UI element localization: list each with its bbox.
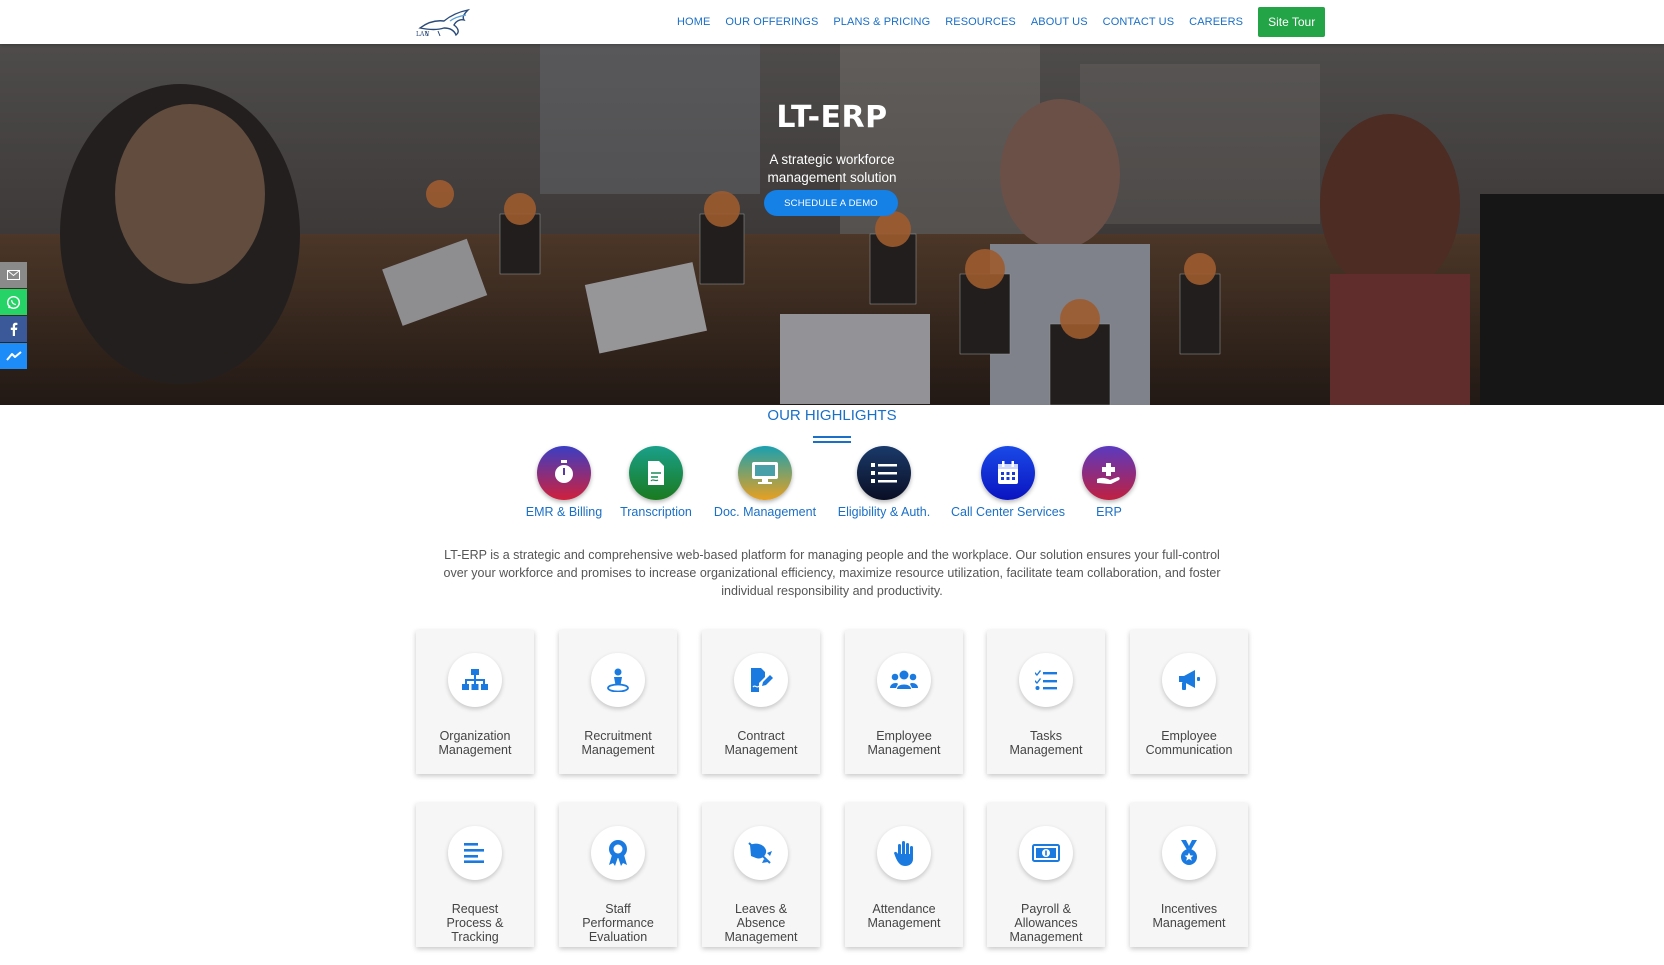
- nav-careers[interactable]: CAREERS: [1189, 16, 1243, 28]
- feature-card-tasks[interactable]: Tasks Management: [987, 630, 1105, 774]
- whatsapp-icon[interactable]: [0, 289, 27, 315]
- highlights-title: OUR HIGHLIGHTS: [767, 407, 897, 424]
- feature-label: Contract Management: [724, 729, 798, 757]
- facebook-icon[interactable]: [0, 316, 27, 342]
- feature-card-communication[interactable]: Employee Communication: [1130, 630, 1248, 774]
- feature-label: Staff Performance Evaluation: [582, 902, 654, 944]
- feature-label: Tasks Management: [1009, 729, 1083, 757]
- feature-label: Employee Management: [867, 729, 941, 757]
- highlight-call-center[interactable]: Call Center Services: [945, 446, 1071, 519]
- schedule-demo-button[interactable]: SCHEDULE A DEMO: [764, 190, 898, 216]
- hero-title: LT-ERP: [776, 100, 888, 135]
- highlight-eligibility-auth[interactable]: Eligibility & Auth.: [835, 446, 933, 519]
- nav-contact-us[interactable]: CONTACT US: [1103, 16, 1175, 28]
- site-header: LAU HOME OUR OFFERINGS PLANS & PRICING R…: [0, 0, 1664, 44]
- medal-icon: [1162, 826, 1216, 880]
- feature-label: Employee Communication: [1145, 729, 1233, 757]
- feature-label: Leaves & Absence Management: [724, 902, 798, 944]
- feature-card-request[interactable]: Request Process & Tracking: [416, 803, 534, 947]
- feature-card-organization[interactable]: Organization Management: [416, 630, 534, 774]
- award-ribbon-icon: [591, 826, 645, 880]
- feature-card-attendance[interactable]: Attendance Management: [845, 803, 963, 947]
- highlight-doc-management[interactable]: Doc. Management: [707, 446, 823, 519]
- feature-label: Recruitment Management: [581, 729, 655, 757]
- nav-plans-pricing[interactable]: PLANS & PRICING: [833, 16, 930, 28]
- feature-card-performance[interactable]: Staff Performance Evaluation: [559, 803, 677, 947]
- feature-card-contract[interactable]: Contract Management: [702, 630, 820, 774]
- highlight-erp[interactable]: ERP: [1082, 446, 1136, 519]
- document-icon: [629, 446, 683, 500]
- description-text: LT-ERP is a strategic and comprehensive …: [443, 548, 1221, 598]
- feature-label: Attendance Management: [867, 902, 941, 930]
- feature-label: Payroll & Allowances Management: [1009, 902, 1083, 944]
- person-pin-icon: [591, 653, 645, 707]
- feature-card-incentives[interactable]: Incentives Management: [1130, 803, 1248, 947]
- feature-card-employee[interactable]: Employee Management: [845, 630, 963, 774]
- messenger-icon[interactable]: [0, 343, 27, 369]
- feature-card-recruitment[interactable]: Recruitment Management: [559, 630, 677, 774]
- nav-home[interactable]: HOME: [677, 16, 710, 28]
- hand-plus-icon: [1082, 446, 1136, 500]
- feature-label: Organization Management: [438, 729, 512, 757]
- title-underline: [813, 436, 851, 438]
- feature-card-leaves[interactable]: Leaves & Absence Management: [702, 803, 820, 947]
- horse-logo-icon[interactable]: LAU: [414, 6, 476, 38]
- hero-subtitle: A strategic workforce management solutio…: [767, 152, 897, 185]
- megaphone-icon: [1162, 653, 1216, 707]
- title-underline: [813, 441, 851, 443]
- users-icon: [877, 653, 931, 707]
- hand-icon: [877, 826, 931, 880]
- feature-label: Incentives Management: [1152, 902, 1226, 930]
- highlight-transcription[interactable]: Transcription: [612, 446, 700, 519]
- monitor-icon: [738, 446, 792, 500]
- hero-banner: LT-ERP A strategic workforce management …: [0, 44, 1664, 405]
- svg-text:LAU: LAU: [416, 31, 429, 38]
- email-icon[interactable]: [0, 262, 27, 288]
- nav-our-offerings[interactable]: OUR OFFERINGS: [725, 16, 818, 28]
- stopwatch-icon: [537, 446, 591, 500]
- highlight-emr-billing[interactable]: EMR & Billing: [523, 446, 605, 519]
- main-nav: HOME OUR OFFERINGS PLANS & PRICING RESOU…: [677, 0, 1326, 44]
- money-bill-icon: [1019, 826, 1073, 880]
- calendar-icon: [981, 446, 1035, 500]
- nav-resources[interactable]: RESOURCES: [945, 16, 1016, 28]
- site-tour-button[interactable]: Site Tour: [1258, 7, 1326, 37]
- align-left-icon: [448, 826, 502, 880]
- nav-about-us[interactable]: ABOUT US: [1031, 16, 1088, 28]
- org-chart-icon: [448, 653, 502, 707]
- leave-icon: [734, 826, 788, 880]
- contract-sign-icon: [734, 653, 788, 707]
- checklist-icon: [857, 446, 911, 500]
- feature-label: Request Process & Tracking: [446, 902, 504, 944]
- feature-card-payroll[interactable]: Payroll & Allowances Management: [987, 803, 1105, 947]
- task-list-icon: [1019, 653, 1073, 707]
